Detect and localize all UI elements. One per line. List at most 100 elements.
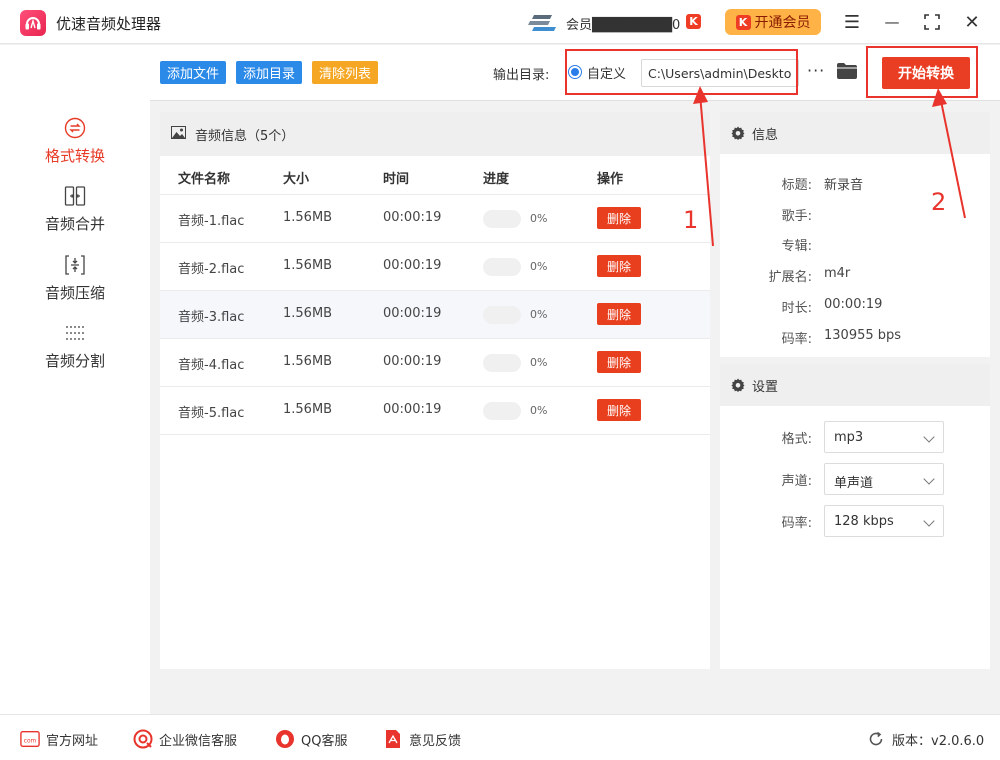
gear-icon xyxy=(731,378,745,392)
sidebar-item-split[interactable]: 音频分割 xyxy=(0,322,150,384)
app-logo-icon xyxy=(20,10,46,36)
audio-list-panel: 音频信息（5个） 文件名称 大小 时间 进度 操作 音频-1.flac 1.56… xyxy=(160,112,710,669)
image-icon xyxy=(171,126,186,139)
wechat-service-label: 企业微信客服 xyxy=(159,733,238,749)
output-directory-label: 输出目录: xyxy=(493,68,550,83)
annotation-number-1: 1 xyxy=(683,206,699,234)
add-file-button[interactable]: 添加文件 xyxy=(160,61,227,84)
progress-percent: 0% xyxy=(530,356,548,369)
file-size: 1.56MB xyxy=(283,258,333,273)
feedback-label: 意见反馈 xyxy=(409,733,462,749)
feedback-icon xyxy=(383,729,403,749)
bitrate-select[interactable]: 128 kbps xyxy=(824,505,944,537)
user-avatar[interactable] xyxy=(528,12,558,34)
footer: com 官方网址 企业微信客服 QQ客服 意见反馈 版本：v2.0.6.0 xyxy=(0,714,1000,760)
sidebar-item-format-convert[interactable]: 格式转换 xyxy=(0,117,150,179)
file-size: 1.56MB xyxy=(283,210,333,225)
file-duration: 00:00:19 xyxy=(383,402,442,417)
compress-icon xyxy=(64,254,86,276)
info-label-extension: 扩展名: xyxy=(768,270,812,285)
wechat-service-link[interactable]: 企业微信客服 xyxy=(133,729,237,749)
progress-percent: 0% xyxy=(530,404,548,417)
format-select[interactable]: mp3 xyxy=(824,421,944,453)
info-value-duration: 00:00:19 xyxy=(824,297,883,312)
progress-percent: 0% xyxy=(530,308,548,321)
chevron-down-icon xyxy=(923,431,935,443)
info-label-duration: 时长: xyxy=(781,301,812,316)
add-folder-button[interactable]: 添加目录 xyxy=(236,61,303,84)
progress-bar xyxy=(483,258,521,276)
settings-panel: 设置 格式: mp3 声道: 单声道 码率: 128 kbps xyxy=(720,364,990,669)
menu-icon[interactable]: ☰ xyxy=(840,10,864,34)
delete-button[interactable]: 删除 xyxy=(597,351,641,373)
qq-service-link[interactable]: QQ客服 xyxy=(275,729,347,749)
sidebar-item-compress[interactable]: 音频压缩 xyxy=(0,254,150,316)
progress-bar xyxy=(483,402,521,420)
wechat-icon xyxy=(133,729,153,749)
column-header-progress: 进度 xyxy=(483,172,510,187)
channel-select[interactable]: 单声道 xyxy=(824,463,944,495)
title-bar: 优速音频处理器 会员████████0 K K 开通会员 ☰ — ✕ xyxy=(0,0,1000,44)
qq-service-label: QQ客服 xyxy=(301,733,348,749)
maximize-icon[interactable] xyxy=(920,10,944,34)
file-name: 音频-5.flac xyxy=(178,406,245,421)
audio-list-title: 音频信息（5个） xyxy=(195,129,295,144)
clear-list-button[interactable]: 清除列表 xyxy=(312,61,379,84)
file-name: 音频-1.flac xyxy=(178,214,245,229)
table-row[interactable]: 音频-1.flac 1.56MB 00:00:19 0% 删除 xyxy=(160,194,710,242)
open-vip-button[interactable]: K 开通会员 xyxy=(725,9,821,35)
info-panel: 信息 标题: 新录音 歌手: 专辑: 扩展名: m4r 时长: 00:00:19… xyxy=(720,112,990,357)
column-header-size: 大小 xyxy=(283,172,310,187)
file-name: 音频-3.flac xyxy=(178,310,245,325)
sidebar-label: 音频合并 xyxy=(44,215,105,233)
feedback-link[interactable]: 意见反馈 xyxy=(383,729,461,749)
close-icon[interactable]: ✕ xyxy=(960,10,984,34)
svg-text:com: com xyxy=(24,739,37,745)
progress-percent: 0% xyxy=(530,260,548,273)
table-bottom-divider xyxy=(160,434,710,435)
folder-icon[interactable] xyxy=(836,62,858,80)
bitrate-value: 128 kbps xyxy=(834,514,894,529)
table-row[interactable]: 音频-3.flac 1.56MB 00:00:19 0% 删除 xyxy=(160,290,710,338)
official-website-link[interactable]: com 官方网址 xyxy=(20,729,98,749)
more-options-icon[interactable]: ··· xyxy=(807,61,825,80)
version-label: 版本：v2.0.6.0 xyxy=(892,733,985,749)
vip-badge-icon: K xyxy=(735,14,751,30)
delete-button[interactable]: 删除 xyxy=(597,207,641,229)
progress-bar xyxy=(483,306,521,324)
info-value-title: 新录音 xyxy=(824,178,864,193)
delete-button[interactable]: 删除 xyxy=(597,303,641,325)
table-row[interactable]: 音频-5.flac 1.56MB 00:00:19 0% 删除 xyxy=(160,386,710,434)
file-size: 1.56MB xyxy=(283,354,333,369)
file-duration: 00:00:19 xyxy=(383,258,442,273)
column-header-action: 操作 xyxy=(597,172,624,187)
website-icon: com xyxy=(20,729,40,749)
file-duration: 00:00:19 xyxy=(383,306,442,321)
annotation-number-2: 2 xyxy=(931,188,947,216)
settings-header: 设置 xyxy=(720,364,990,406)
table-row[interactable]: 音频-2.flac 1.56MB 00:00:19 0% 删除 xyxy=(160,242,710,290)
info-label-album: 专辑: xyxy=(781,239,812,254)
file-name: 音频-4.flac xyxy=(178,358,245,373)
sidebar: 格式转换 音频合并 音频压缩 音频分割 xyxy=(0,45,150,714)
member-account-text[interactable]: 会员████████0 xyxy=(566,14,680,33)
info-value-extension: m4r xyxy=(824,266,851,281)
gear-icon xyxy=(731,126,745,140)
official-website-label: 官方网址 xyxy=(46,733,99,749)
version-info[interactable]: 版本：v2.0.6.0 xyxy=(866,729,984,749)
delete-button[interactable]: 删除 xyxy=(597,399,641,421)
info-title: 信息 xyxy=(752,128,779,143)
column-header-time: 时间 xyxy=(383,172,410,187)
sidebar-item-merge[interactable]: 音频合并 xyxy=(0,185,150,247)
output-path-highlight xyxy=(565,49,798,95)
format-convert-icon xyxy=(64,117,86,139)
table-row[interactable]: 音频-4.flac 1.56MB 00:00:19 0% 删除 xyxy=(160,338,710,386)
vip-label: 开通会员 xyxy=(754,15,811,31)
file-size: 1.56MB xyxy=(283,306,333,321)
minimize-icon[interactable]: — xyxy=(880,10,904,34)
file-size: 1.56MB xyxy=(283,402,333,417)
file-duration: 00:00:19 xyxy=(383,210,442,225)
bitrate-label: 码率: xyxy=(781,516,812,531)
format-value: mp3 xyxy=(834,430,864,445)
delete-button[interactable]: 删除 xyxy=(597,255,641,277)
